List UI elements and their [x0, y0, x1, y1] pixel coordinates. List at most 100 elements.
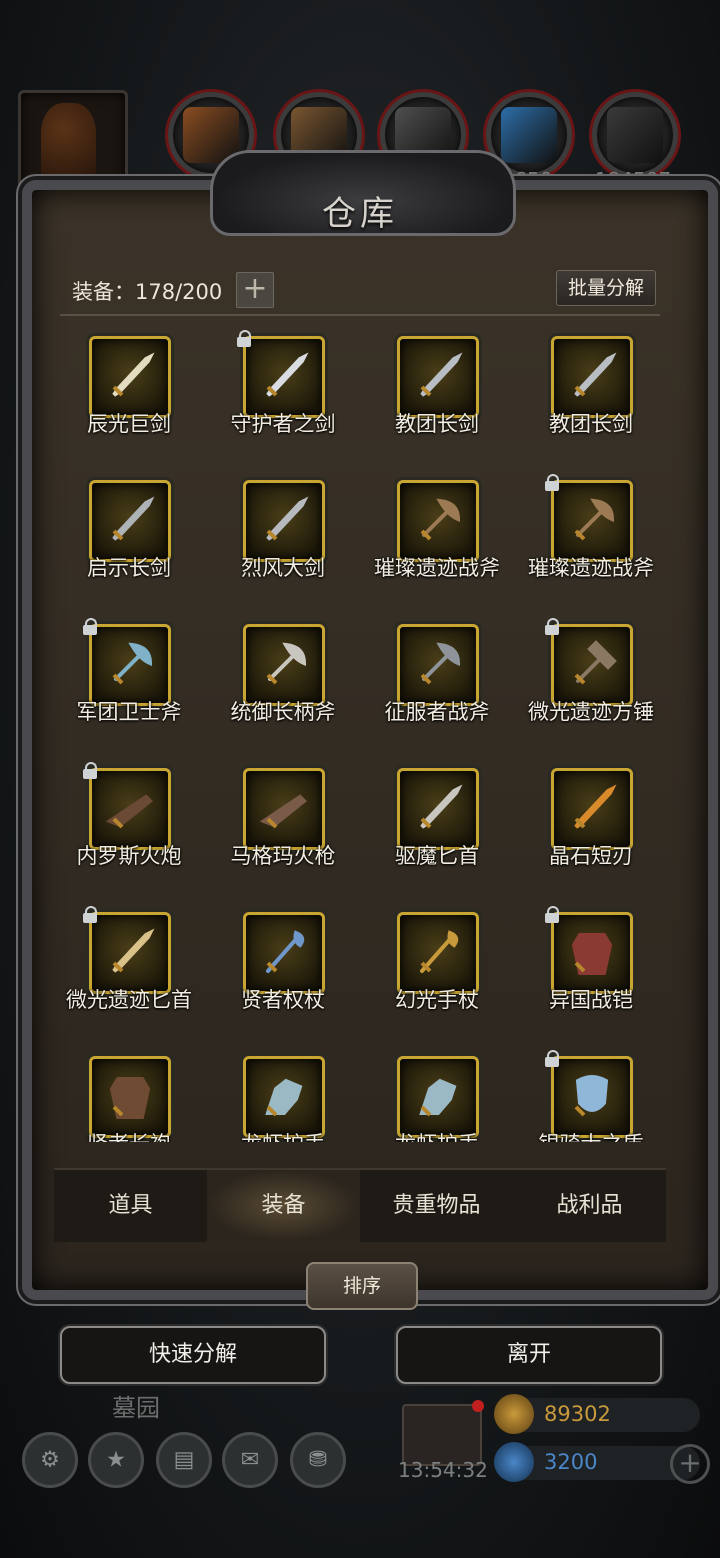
item-slot[interactable]	[397, 624, 479, 706]
gauntlet-icon	[419, 1078, 457, 1117]
item-name: 教团长剑	[549, 412, 633, 436]
item-slot[interactable]	[243, 624, 325, 706]
item-name: 晶石短刃	[549, 844, 633, 868]
add-gems-button[interactable]: +	[670, 1444, 710, 1484]
item-name: 异国战铠	[549, 988, 633, 1012]
inventory-item[interactable]: 微光遗迹方锤	[514, 618, 668, 762]
item-name: 统御长柄斧	[230, 700, 336, 724]
item-slot[interactable]	[551, 768, 633, 850]
inventory-item[interactable]: 内罗斯火炮	[52, 762, 206, 906]
inventory-item[interactable]: 守护者之剑	[206, 330, 360, 474]
inventory-item[interactable]: 微光遗迹匕首	[52, 906, 206, 1050]
item-slot[interactable]	[89, 768, 171, 850]
item-slot[interactable]	[397, 480, 479, 562]
lock-icon	[82, 762, 98, 779]
gold-amount: 89302	[544, 1402, 611, 1426]
tab-equipment[interactable]: 装备	[207, 1170, 360, 1242]
item-name: 龙虾护手	[196, 1128, 370, 1142]
bulk-disassemble-button[interactable]: 批量分解	[556, 270, 656, 306]
item-slot[interactable]	[551, 336, 633, 418]
item-slot[interactable]	[89, 336, 171, 418]
item-name: 贤者权杖	[241, 988, 325, 1012]
item-slot[interactable]	[397, 336, 479, 418]
inventory-item[interactable]: 教团长剑	[514, 330, 668, 474]
inventory-item[interactable]: 龙虾护手	[360, 1050, 514, 1142]
tab-loot[interactable]: 战利品	[513, 1170, 666, 1242]
inventory-item[interactable]: 贤者长袍	[52, 1050, 206, 1142]
quick-disassemble-button[interactable]: 快速分解	[60, 1326, 326, 1384]
item-name: 守护者之剑	[230, 412, 336, 436]
gold-coin-icon	[494, 1394, 534, 1434]
pistol-icon	[259, 794, 307, 829]
star-icon[interactable]: ★	[88, 1432, 144, 1488]
add-capacity-button[interactable]: +	[236, 272, 274, 308]
item-name: 贤者长袍	[52, 1128, 216, 1142]
item-slot[interactable]	[243, 912, 325, 994]
gift-box-icon[interactable]	[402, 1400, 484, 1466]
inventory-item[interactable]: 银骑士之盾	[514, 1050, 668, 1142]
leave-button[interactable]: 离开	[396, 1326, 662, 1384]
tab-items[interactable]: 道具	[54, 1170, 207, 1242]
armor-icon	[571, 933, 613, 975]
inventory-item[interactable]: 异国战铠	[514, 906, 668, 1050]
inventory-item[interactable]: 幻光手杖	[360, 906, 514, 1050]
item-slot[interactable]	[397, 768, 479, 850]
lock-icon	[82, 618, 98, 635]
dagger-icon	[420, 784, 463, 829]
inventory-item[interactable]: 马格玛火枪	[206, 762, 360, 906]
inventory-item[interactable]: 贤者权杖	[206, 906, 360, 1050]
inventory-item[interactable]: 辰光巨剑	[52, 330, 206, 474]
item-slot[interactable]	[551, 480, 633, 562]
item-name: 璀璨遗迹战斧	[528, 556, 654, 580]
gauntlet-icon	[265, 1078, 303, 1117]
inventory-item[interactable]: 教团长剑	[360, 330, 514, 474]
item-slot[interactable]	[397, 1056, 479, 1138]
item-name: 龙虾护手	[350, 1128, 524, 1142]
lock-icon	[544, 474, 560, 491]
item-slot[interactable]	[243, 1056, 325, 1138]
lock-icon	[544, 1050, 560, 1067]
item-slot[interactable]	[551, 1056, 633, 1138]
hero-portrait[interactable]	[18, 90, 128, 192]
sort-button[interactable]: 排序	[306, 1262, 418, 1310]
settings-icon[interactable]: ⚙	[22, 1432, 78, 1488]
item-slot[interactable]	[89, 912, 171, 994]
item-grid[interactable]: 辰光巨剑 守护者之剑 教团长剑 教团长剑 启示长剑 烈风大剑 璀璨遗迹战斧 璀璨遗迹战斧 军团卫…	[52, 330, 672, 1142]
item-slot[interactable]	[243, 480, 325, 562]
shop-icon[interactable]: ⛃	[290, 1432, 346, 1488]
inventory-item[interactable]: 晶石短刃	[514, 762, 668, 906]
robe-icon	[109, 1077, 151, 1119]
tab-valuables[interactable]: 贵重物品	[360, 1170, 513, 1242]
countdown-timer: 13:54:32	[398, 1458, 488, 1482]
inventory-item[interactable]: 龙虾护手	[206, 1050, 360, 1142]
mail-icon[interactable]: ✉	[222, 1432, 278, 1488]
inventory-item[interactable]: 烈风大剑	[206, 474, 360, 618]
inventory-item[interactable]: 璀璨遗迹战斧	[514, 474, 668, 618]
page-title: 仓库	[322, 194, 398, 234]
item-name: 微光遗迹匕首	[66, 988, 192, 1012]
item-slot[interactable]	[551, 624, 633, 706]
item-slot[interactable]	[551, 912, 633, 994]
inventory-item[interactable]: 征服者战斧	[360, 618, 514, 762]
item-slot[interactable]	[243, 336, 325, 418]
hammer-icon	[574, 640, 617, 685]
stiletto-icon	[112, 928, 155, 973]
scepter-icon	[266, 930, 305, 973]
scroll-icon[interactable]: ▤	[156, 1432, 212, 1488]
inventory-item[interactable]: 璀璨遗迹战斧	[360, 474, 514, 618]
inventory-item[interactable]: 驱魔匕首	[360, 762, 514, 906]
item-name: 驱魔匕首	[395, 844, 479, 868]
location-label: 墓园	[112, 1394, 160, 1422]
item-slot[interactable]	[89, 1056, 171, 1138]
inventory-item[interactable]: 启示长剑	[52, 474, 206, 618]
item-slot[interactable]	[89, 624, 171, 706]
double-axe-icon	[112, 642, 153, 685]
inventory-item[interactable]: 统御长柄斧	[206, 618, 360, 762]
item-slot[interactable]	[89, 480, 171, 562]
inventory-item[interactable]: 军团卫士斧	[52, 618, 206, 762]
item-name: 征服者战斧	[384, 700, 490, 724]
gem-icon	[494, 1442, 534, 1482]
item-slot[interactable]	[243, 768, 325, 850]
item-slot[interactable]	[397, 912, 479, 994]
item-name: 辰光巨剑	[87, 412, 171, 436]
